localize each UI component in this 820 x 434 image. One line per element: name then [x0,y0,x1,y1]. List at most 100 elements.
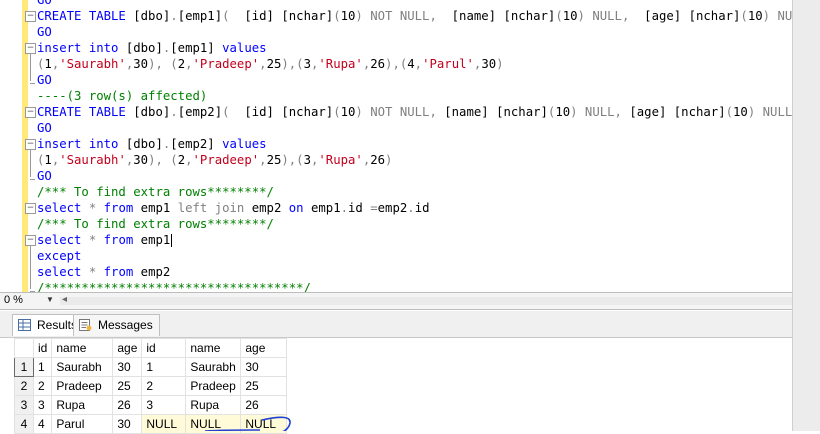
code-token: , [414,57,423,71]
code-line[interactable]: insert into [dbo].[emp1] values [37,40,267,56]
code-token: [nchar] [496,105,548,119]
table-row[interactable]: 3 3 Rupa 26 3 Rupa 26 [14,395,288,415]
code-line[interactable]: (1,'Saurabh',30), (2,'Pradeep',25),(3,'R… [37,56,504,72]
code-line[interactable]: GO [37,0,52,8]
column-header[interactable]: id [32,338,53,358]
row-number[interactable]: 1 [14,357,34,377]
code-token: on [288,201,311,215]
code-token: [nchar] [673,105,726,119]
code-line[interactable]: select * from emp1 [37,232,178,248]
table-cell[interactable]: Pradeep [51,376,114,396]
code-line[interactable]: CREATE TABLE [dbo].[emp1]( [id] [nchar](… [37,8,792,24]
code-token: select [37,201,89,215]
code-line[interactable]: /*** To find extra rows********/ [37,216,274,232]
table-cell[interactable]: Saurabh [51,357,114,377]
table-row[interactable]: 2 2 Pradeep 25 2 Pradeep 25 [14,376,288,396]
code-token: [age] [644,9,689,23]
code-token: insert into [37,41,126,55]
table-cell[interactable]: Saurabh [185,357,242,377]
column-header[interactable]: name [51,338,114,358]
table-row[interactable]: 1 1 Saurabh 30 1 Saurabh 30 [14,357,288,377]
zoom-dropdown-icon[interactable]: ▼ [46,295,54,304]
header-row: id name age id name age [14,338,288,358]
code-token: 25 [266,153,282,167]
code-line[interactable]: select * from emp2 [37,264,170,280]
column-header[interactable]: age [240,338,288,358]
results-grid[interactable]: id name age id name age 1 1 Saurabh 30 1 Saur… [0,338,792,434]
zoom-level[interactable]: 0 % [4,294,23,306]
column-header[interactable]: age [112,338,143,358]
row-number[interactable]: 2 [14,376,34,396]
code-token: [emp2] [177,105,223,119]
fold-end-tick [30,179,35,180]
code-token: . [407,201,415,215]
table-cell[interactable]: 3 [32,395,53,415]
column-header[interactable]: name [185,338,242,358]
row-number-header[interactable] [14,338,34,358]
code-token: . [170,9,178,23]
code-token: from [103,233,141,247]
code-line[interactable]: select * from emp1 left join emp2 on emp… [37,200,430,216]
code-token: [name] [444,105,497,119]
code-token: ),( [385,57,408,71]
sql-editor[interactable]: GO CREATE TABLE [dbo].[emp1]( [id] [nchar… [0,0,792,294]
table-cell[interactable]: Rupa [185,395,242,415]
table-cell[interactable]: 1 [141,357,187,377]
table-cell[interactable]: 30 [240,357,288,377]
code-line[interactable]: GO [37,120,52,136]
code-token: select [37,233,89,247]
code-line[interactable]: ----(3 row(s) affected) [37,88,207,104]
code-token: 25 [266,57,282,71]
collapse-region-icon[interactable]: − [25,107,36,118]
editor-status-bar: 0 % ▼ ◂ [0,292,792,310]
code-line[interactable]: /*** To find extra rows********/ [37,184,274,200]
code-token: 'Pradeep' [192,57,260,71]
code-line[interactable]: CREATE TABLE [dbo].[emp2]( [id] [nchar](… [37,104,792,120]
code-token: CREATE TABLE [37,105,134,119]
table-cell[interactable]: Pradeep [185,376,242,396]
scroll-left-arrow-icon[interactable]: ◂ [62,294,67,305]
code-token: /*** To find extra rows********/ [37,185,274,199]
code-line[interactable]: (1,'Saurabh',30), (2,'Pradeep',25),(3,'R… [37,152,392,168]
vertical-scrollbar[interactable] [792,0,820,431]
code-token: 10 [340,105,356,119]
table-cell[interactable]: 2 [141,376,187,396]
code-token: ----(3 row(s) affected) [37,89,208,103]
code-token: 'Rupa' [318,57,363,71]
column-header[interactable]: id [141,338,187,358]
code-line[interactable]: insert into [dbo].[emp2] values [37,136,267,152]
code-token: GO [37,169,52,183]
table-cell[interactable]: Rupa [51,395,114,415]
code-line[interactable]: except [37,248,81,264]
tab-messages[interactable]: Messages [73,314,160,336]
code-token: ) NULL, [577,9,645,23]
code-token: 30 [481,57,497,71]
table-cell[interactable]: 26 [240,395,288,415]
fold-guide-line [30,149,31,177]
table-cell[interactable]: 26 [112,395,143,415]
code-token: [id] [244,9,282,23]
row-number[interactable]: 3 [14,395,34,415]
code-token: left join [177,201,252,215]
grid-icon [18,319,31,331]
table-cell[interactable]: 30 [112,357,143,377]
code-token: 30 [133,153,149,167]
table-cell[interactable]: 1 [32,357,53,377]
code-token: /*** To find extra rows********/ [37,217,274,231]
code-line[interactable]: GO [37,168,52,184]
table-cell[interactable]: 3 [141,395,187,415]
table-cell[interactable]: 25 [240,376,288,396]
collapse-region-icon[interactable]: − [25,11,36,22]
code-line[interactable]: GO [37,72,52,88]
table-cell[interactable]: 25 [112,376,143,396]
horizontal-scrollbar[interactable] [60,297,792,305]
code-token: [dbo] [125,41,163,55]
code-token: insert into [37,137,126,151]
collapse-region-icon[interactable]: − [25,203,36,214]
table-cell[interactable]: 2 [32,376,53,396]
code-line[interactable]: GO [37,24,52,40]
messages-icon [79,319,92,331]
code-token: 'Saurabh' [59,57,126,71]
code-token: ) [496,57,504,71]
code-token: id [348,201,371,215]
